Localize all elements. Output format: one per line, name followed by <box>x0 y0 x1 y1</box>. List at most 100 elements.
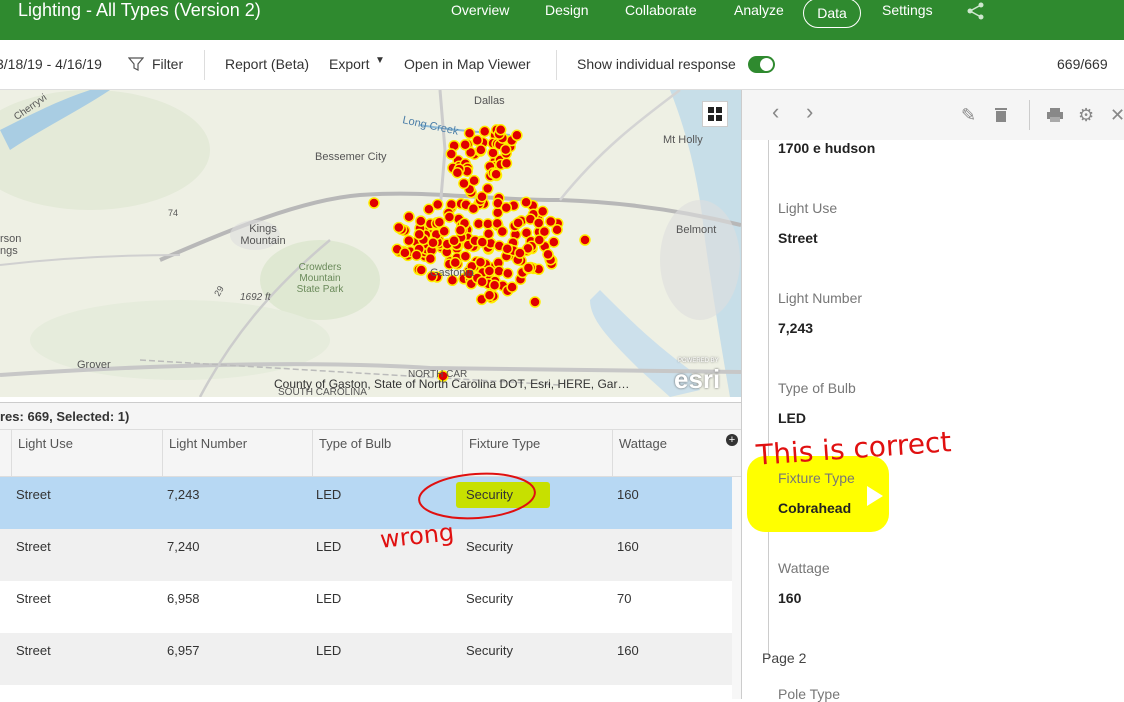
survey-point <box>542 248 554 261</box>
survey-point <box>488 279 501 291</box>
close-icon[interactable]: ✕ <box>1110 105 1124 125</box>
cell-type-of-bulb: LED <box>316 539 342 554</box>
field-label-type-of-bulb: Type of Bulb <box>778 380 856 396</box>
survey-point <box>522 262 535 274</box>
survey-point <box>579 234 591 246</box>
map-attribution: County of Gaston, State of North Carolin… <box>274 377 630 391</box>
map-label-grover: Grover <box>77 359 111 371</box>
nav-overview[interactable]: Overview <box>451 2 509 18</box>
column-header-wattage[interactable]: Wattage <box>612 430 741 477</box>
column-header-light-number[interactable]: Light Number <box>162 430 313 477</box>
edit-pencil-icon[interactable]: ✎ <box>961 105 976 125</box>
survey-point <box>500 157 513 170</box>
survey-point <box>499 143 512 156</box>
table-row[interactable]: Street 7,240 LED Security 160 <box>0 529 732 581</box>
survey-point <box>458 177 470 190</box>
survey-point <box>454 224 467 237</box>
gear-icon[interactable]: ⚙ <box>1078 105 1094 125</box>
share-icon[interactable] <box>966 2 986 20</box>
map-label-route-74: 74 <box>168 208 179 218</box>
nav-settings[interactable]: Settings <box>882 2 933 18</box>
open-in-map-viewer-button[interactable]: Open in Map Viewer <box>404 56 531 72</box>
survey-point <box>467 202 480 215</box>
table-scrollbar[interactable] <box>732 477 741 699</box>
survey-point <box>393 221 405 234</box>
map-label-crowders-mountain: Crowders Mountain State Park <box>296 262 344 295</box>
cell-fixture-type: Security <box>466 539 513 554</box>
field-label-wattage: Wattage <box>778 560 830 576</box>
response-detail-panel: ‹ › ✎ ⚙ ✕ 1700 e hudson Light Use Street… <box>741 90 1124 702</box>
export-button[interactable]: Export <box>329 56 369 72</box>
show-individual-response-toggle[interactable] <box>748 56 775 73</box>
cell-fixture-type: Security <box>466 591 513 606</box>
filter-button[interactable]: Filter <box>152 56 183 72</box>
survey-point <box>410 249 423 261</box>
survey-point <box>476 236 489 248</box>
cell-type-of-bulb: LED <box>316 643 342 658</box>
nav-data[interactable]: Data <box>803 0 861 28</box>
trash-icon[interactable] <box>994 107 1008 123</box>
survey-point <box>415 215 427 227</box>
next-record-icon[interactable]: › <box>806 101 813 123</box>
annotation-circle <box>418 472 536 520</box>
nav-design[interactable]: Design <box>545 2 589 18</box>
survey-point <box>424 252 437 265</box>
nav-analyze[interactable]: Analyze <box>734 2 784 18</box>
survey-point <box>512 217 524 229</box>
cell-light-use: Street <box>16 539 51 554</box>
survey-point <box>481 182 494 195</box>
survey-point <box>476 275 488 288</box>
field-value-wattage: 160 <box>778 590 802 606</box>
survey-point <box>423 203 435 215</box>
survey-point <box>502 267 514 280</box>
table-row[interactable]: Street 6,958 LED Security 70 <box>0 581 732 633</box>
survey-point <box>482 218 494 230</box>
map-label-elevation: 1692 ft <box>240 292 271 303</box>
report-button[interactable]: Report (Beta) <box>225 56 309 72</box>
table-row[interactable]: Street 6,957 LED Security 160 <box>0 633 732 685</box>
cell-wattage: 160 <box>617 643 639 658</box>
print-icon[interactable] <box>1046 107 1064 123</box>
cell-fixture-type: Security <box>466 643 513 658</box>
basemap-gallery-button[interactable] <box>702 101 728 127</box>
column-header-light-use[interactable]: Light Use <box>11 430 163 477</box>
survey-point <box>472 217 485 230</box>
survey-point <box>459 250 472 262</box>
cell-light-use: Street <box>16 643 51 658</box>
map-label-bessemer-city: Bessemer City <box>315 151 387 163</box>
survey-point <box>427 236 439 249</box>
date-range[interactable]: 3/18/19 - 4/16/19 <box>0 56 102 72</box>
survey-point <box>474 256 487 268</box>
nav-collaborate[interactable]: Collaborate <box>625 2 697 18</box>
cell-light-number: 6,958 <box>167 591 200 606</box>
survey-point <box>403 210 415 223</box>
survey-point <box>448 234 460 247</box>
add-column-icon[interactable]: + <box>726 434 738 446</box>
previous-record-icon[interactable]: ‹ <box>772 101 779 123</box>
top-navigation-bar: Lighting - All Types (Version 2) Overvie… <box>0 0 1124 40</box>
survey-point <box>413 228 425 241</box>
field-value-type-of-bulb: LED <box>778 410 806 426</box>
table-row[interactable] <box>0 685 732 699</box>
filter-icon[interactable] <box>128 56 144 72</box>
cell-light-number: 7,243 <box>167 487 200 502</box>
survey-point <box>536 205 549 218</box>
survey-point <box>490 168 502 180</box>
record-count: 669/669 <box>1057 56 1108 72</box>
survey-point <box>551 223 563 236</box>
survey-point <box>478 125 491 138</box>
map-label-kings-mountain: Kings Mountain <box>240 223 286 247</box>
cell-light-number: 7,240 <box>167 539 200 554</box>
highlight-arrow <box>867 486 883 506</box>
cell-light-use: Street <box>16 591 51 606</box>
cell-light-use: Street <box>16 487 51 502</box>
survey-point <box>443 211 456 223</box>
survey-point <box>415 264 428 276</box>
map-label-partial: ngs <box>0 245 18 257</box>
map-view[interactable]: Dallas Long Creek Bessemer City Mt Holly… <box>0 90 741 397</box>
detail-toolbar-divider <box>1029 100 1030 130</box>
table-row[interactable]: Street 7,243 LED Security 160 <box>0 477 732 529</box>
survey-point <box>501 243 514 255</box>
field-value-fixture-type: Cobrahead <box>778 500 852 516</box>
survey-point <box>451 166 464 179</box>
